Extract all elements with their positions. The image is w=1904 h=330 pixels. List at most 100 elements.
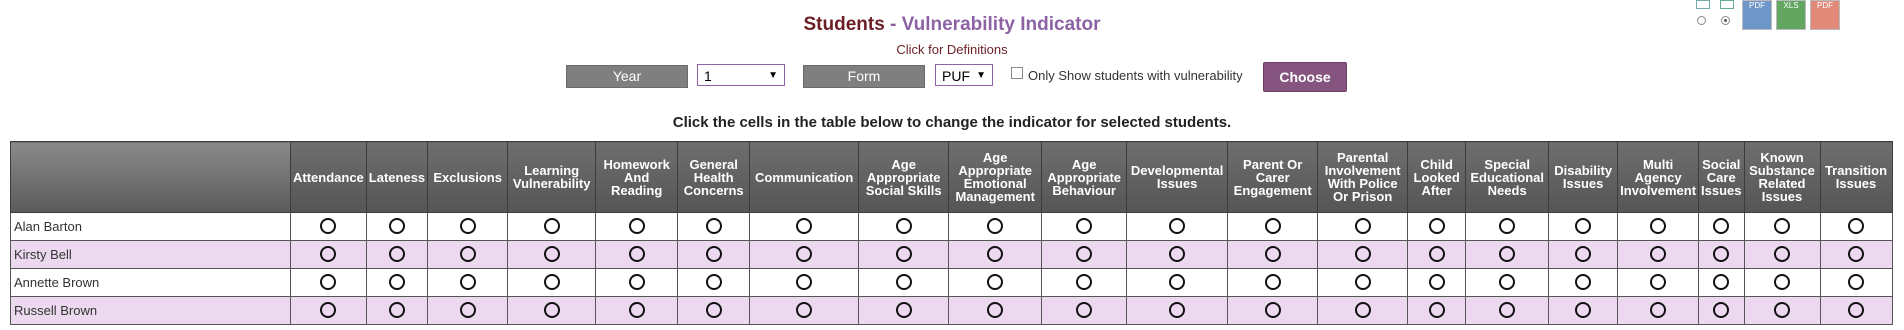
indicator-cell[interactable]	[427, 212, 509, 241]
empty-circle-icon[interactable]	[543, 246, 560, 263]
indicator-cell[interactable]	[1819, 240, 1893, 269]
indicator-cell[interactable]	[365, 296, 429, 325]
indicator-cell[interactable]	[858, 212, 950, 241]
empty-circle-icon[interactable]	[1848, 274, 1864, 291]
indicator-cell[interactable]	[1698, 212, 1745, 241]
choose-button[interactable]: Choose	[1263, 62, 1347, 92]
indicator-cell[interactable]	[507, 240, 597, 269]
empty-circle-icon[interactable]	[796, 302, 813, 319]
indicator-cell[interactable]	[1465, 212, 1550, 241]
empty-circle-icon[interactable]	[705, 246, 722, 263]
indicator-cell[interactable]	[1819, 212, 1893, 241]
indicator-cell[interactable]	[365, 240, 429, 269]
empty-circle-icon[interactable]	[796, 246, 813, 263]
definitions-link[interactable]: Click for Definitions	[0, 42, 1904, 57]
empty-circle-icon[interactable]	[705, 274, 722, 291]
indicator-cell[interactable]	[1617, 296, 1700, 325]
empty-circle-icon[interactable]	[1264, 274, 1281, 291]
indicator-cell[interactable]	[948, 212, 1043, 241]
empty-circle-icon[interactable]	[1076, 246, 1093, 263]
indicator-cell[interactable]	[1743, 296, 1821, 325]
indicator-cell[interactable]	[365, 268, 429, 297]
empty-circle-icon[interactable]	[895, 274, 912, 291]
empty-circle-icon[interactable]	[1575, 246, 1592, 263]
indicator-cell[interactable]	[1819, 268, 1893, 297]
indicator-cell[interactable]	[1407, 268, 1467, 297]
indicator-cell[interactable]	[1743, 268, 1821, 297]
empty-circle-icon[interactable]	[1354, 246, 1371, 263]
indicator-cell[interactable]	[1698, 296, 1745, 325]
empty-circle-icon[interactable]	[1354, 218, 1371, 235]
indicator-cell[interactable]	[595, 268, 679, 297]
empty-circle-icon[interactable]	[628, 274, 645, 291]
empty-circle-icon[interactable]	[1428, 246, 1445, 263]
indicator-cell[interactable]	[427, 268, 509, 297]
indicator-cell[interactable]	[365, 212, 429, 241]
only-vulnerable-checkbox[interactable]	[1011, 67, 1023, 79]
indicator-cell[interactable]	[507, 212, 597, 241]
empty-circle-icon[interactable]	[1354, 302, 1371, 319]
indicator-cell[interactable]	[749, 296, 860, 325]
indicator-cell[interactable]	[1743, 212, 1821, 241]
empty-circle-icon[interactable]	[987, 274, 1004, 291]
empty-circle-icon[interactable]	[388, 274, 405, 291]
indicator-cell[interactable]	[858, 240, 950, 269]
list-view-radio[interactable]	[1697, 16, 1706, 25]
indicator-cell[interactable]	[1227, 240, 1319, 269]
indicator-cell[interactable]	[1465, 268, 1550, 297]
empty-circle-icon[interactable]	[1499, 246, 1516, 263]
indicator-cell[interactable]	[1317, 296, 1409, 325]
empty-circle-icon[interactable]	[1650, 274, 1667, 291]
empty-circle-icon[interactable]	[1650, 302, 1667, 319]
indicator-cell[interactable]	[1743, 240, 1821, 269]
empty-circle-icon[interactable]	[1848, 246, 1864, 263]
indicator-cell[interactable]	[1041, 240, 1128, 269]
indicator-cell[interactable]	[1465, 296, 1550, 325]
empty-circle-icon[interactable]	[796, 218, 813, 235]
empty-circle-icon[interactable]	[1848, 218, 1864, 235]
indicator-cell[interactable]	[1126, 212, 1229, 241]
empty-circle-icon[interactable]	[987, 302, 1004, 319]
empty-circle-icon[interactable]	[796, 274, 813, 291]
empty-circle-icon[interactable]	[987, 218, 1004, 235]
indicator-cell[interactable]	[1548, 268, 1619, 297]
empty-circle-icon[interactable]	[388, 218, 405, 235]
indicator-cell[interactable]	[1698, 268, 1745, 297]
indicator-cell[interactable]	[290, 240, 367, 269]
empty-circle-icon[interactable]	[1076, 302, 1093, 319]
indicator-cell[interactable]	[290, 296, 367, 325]
indicator-cell[interactable]	[1227, 268, 1319, 297]
indicator-cell[interactable]	[1317, 268, 1409, 297]
empty-circle-icon[interactable]	[1076, 274, 1093, 291]
empty-circle-icon[interactable]	[705, 302, 722, 319]
empty-circle-icon[interactable]	[1428, 218, 1445, 235]
empty-circle-icon[interactable]	[1169, 302, 1186, 319]
empty-circle-icon[interactable]	[543, 218, 560, 235]
indicator-cell[interactable]	[1126, 268, 1229, 297]
year-select[interactable]: 1 ▼	[697, 64, 785, 86]
empty-circle-icon[interactable]	[1774, 274, 1790, 291]
indicator-cell[interactable]	[1698, 240, 1745, 269]
image-view-icon[interactable]	[1720, 0, 1734, 9]
empty-circle-icon[interactable]	[388, 246, 405, 263]
indicator-cell[interactable]	[1548, 296, 1619, 325]
empty-circle-icon[interactable]	[1650, 218, 1667, 235]
indicator-cell[interactable]	[749, 240, 860, 269]
indicator-cell[interactable]	[1041, 212, 1128, 241]
indicator-cell[interactable]	[1465, 240, 1550, 269]
empty-circle-icon[interactable]	[1428, 274, 1445, 291]
indicator-cell[interactable]	[1126, 240, 1229, 269]
indicator-cell[interactable]	[1227, 296, 1319, 325]
indicator-cell[interactable]	[595, 240, 679, 269]
indicator-cell[interactable]	[1407, 212, 1467, 241]
empty-circle-icon[interactable]	[1264, 302, 1281, 319]
empty-circle-icon[interactable]	[705, 218, 722, 235]
indicator-cell[interactable]	[858, 296, 950, 325]
indicator-cell[interactable]	[1548, 212, 1619, 241]
form-select[interactable]: PUF ▼	[935, 64, 993, 86]
indicator-cell[interactable]	[290, 268, 367, 297]
indicator-cell[interactable]	[427, 240, 509, 269]
empty-circle-icon[interactable]	[628, 218, 645, 235]
indicator-cell[interactable]	[1317, 240, 1409, 269]
empty-circle-icon[interactable]	[459, 218, 476, 235]
